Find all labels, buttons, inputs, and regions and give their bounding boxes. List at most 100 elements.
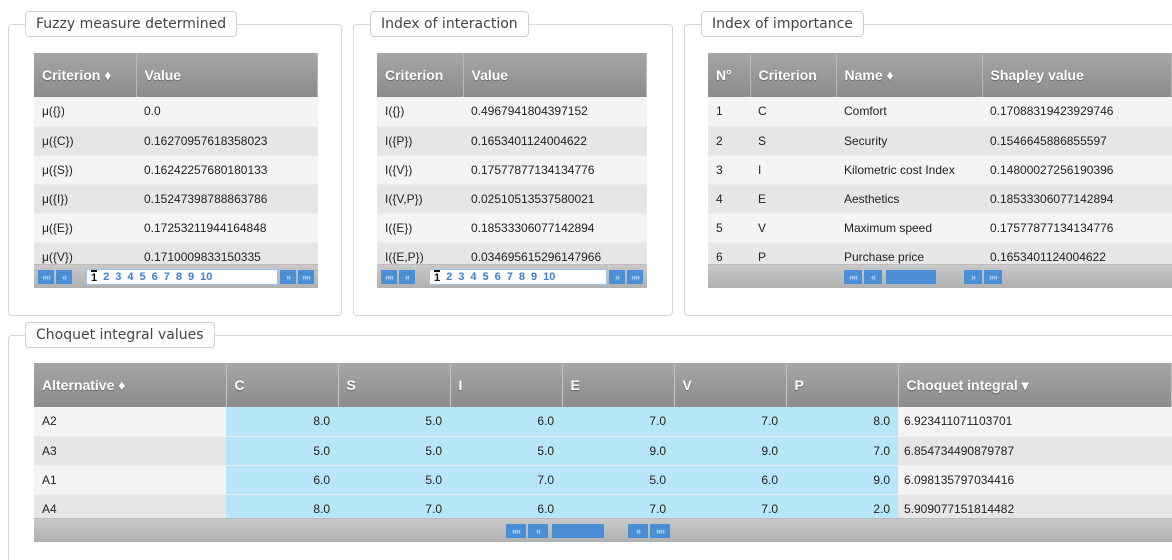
name-cell: Security [836, 126, 982, 156]
table-row[interactable]: A3 5.0 5.0 5.0 9.0 9.0 7.0 6.85473449087… [34, 436, 1172, 466]
value-cell: 0.17577877134134776 [463, 155, 647, 185]
criterion-cell: I [750, 155, 836, 185]
page-link[interactable]: 4 [127, 271, 133, 283]
table-row[interactable]: μ({E}) 0.17253211944164848 [34, 213, 318, 243]
page-link[interactable]: 5 [140, 271, 146, 283]
page-link[interactable]: 8 [519, 271, 525, 283]
table-row[interactable]: I({V}) 0.17577877134134776 [377, 155, 647, 185]
choquet-table: Alternative ♦ C S I E V P Choquet integr… [34, 363, 1172, 524]
shapley-cell: 0.14800027256190396 [982, 155, 1172, 185]
column-header-value: Value [463, 53, 647, 97]
prev-page-button[interactable]: « [528, 524, 548, 538]
name-cell: Kilometric cost Index [836, 155, 982, 185]
first-page-button[interactable]: «« [506, 524, 526, 538]
criterion-cell: I({E}) [377, 213, 463, 243]
table-row[interactable]: μ({C}) 0.16270957618358023 [34, 126, 318, 156]
table-row[interactable]: 2 S Security 0.1546645886855597 [708, 126, 1172, 156]
column-header-choquet[interactable]: Choquet integral ▾ [898, 363, 1172, 407]
last-page-button[interactable]: »» [650, 524, 670, 538]
criterion-cell: I({V,P}) [377, 184, 463, 214]
column-header-i: I [450, 363, 563, 407]
prev-page-button[interactable]: « [56, 270, 72, 284]
table-row[interactable]: 3 I Kilometric cost Index 0.148000272561903… [708, 155, 1172, 185]
table-row[interactable]: 4 E Aesthetics 0.18533306077142894 [708, 184, 1172, 214]
interaction-pager: «« « 1 2 3 4 5 6 7 8 9 10 » »» [377, 264, 647, 288]
page-link[interactable]: 10 [543, 271, 555, 283]
page-link[interactable]: 8 [176, 271, 182, 283]
page-link[interactable]: 1 [91, 270, 98, 284]
interaction-legend: Index of interaction [370, 11, 529, 37]
number-cell: 1 [708, 97, 750, 127]
table-row[interactable]: I({E}) 0.18533306077142894 [377, 213, 647, 243]
page-link[interactable]: 7 [507, 271, 513, 283]
column-header-criterion: Criterion [377, 53, 464, 97]
page-links [552, 524, 604, 538]
page-link[interactable]: 3 [115, 271, 121, 283]
value-cell: 0.15247398788863786 [136, 184, 318, 214]
score-cell: 6.0 [674, 465, 786, 495]
page-link[interactable]: 2 [446, 271, 452, 283]
score-cell: 5.0 [562, 465, 674, 495]
table-row[interactable]: I({}) 0.4967941804397152 [377, 97, 647, 127]
next-page-button[interactable]: » [609, 270, 625, 284]
next-page-button[interactable]: » [280, 270, 296, 284]
column-header-value: Value [136, 53, 318, 97]
criterion-cell: S [750, 126, 836, 156]
prev-page-button[interactable]: « [864, 270, 882, 284]
criterion-cell: μ({I}) [34, 184, 136, 214]
page-link[interactable]: 6 [495, 271, 501, 283]
criterion-cell: μ({S}) [34, 155, 136, 185]
column-header-alternative[interactable]: Alternative ♦ [34, 363, 227, 407]
criterion-cell: E [750, 184, 836, 214]
table-row[interactable]: A2 8.0 5.0 6.0 7.0 7.0 8.0 6.92341107110… [34, 407, 1172, 437]
fuzzy-pager: «« « 1 2 3 4 5 6 7 8 9 10 » »» [34, 264, 318, 288]
page-link[interactable]: 6 [152, 271, 158, 283]
page-link[interactable]: 1 [434, 270, 441, 284]
score-cell: 5.0 [338, 436, 450, 466]
page-link[interactable]: 10 [200, 271, 212, 283]
table-row[interactable]: I({V,P}) 0.02510513537580021 [377, 184, 647, 214]
last-page-button[interactable]: »» [627, 270, 643, 284]
column-header-name[interactable]: Name ♦ [836, 53, 983, 97]
shapley-cell: 0.18533306077142894 [982, 184, 1172, 214]
table-row[interactable]: I({P}) 0.1653401124004622 [377, 126, 647, 156]
page-link[interactable]: 4 [470, 271, 476, 283]
value-cell: 0.1653401124004622 [463, 126, 647, 156]
shapley-cell: 0.17577877134134776 [982, 213, 1172, 243]
score-cell: 7.0 [450, 465, 562, 495]
name-cell: Comfort [836, 97, 982, 127]
value-cell: 0.17253211944164848 [136, 213, 318, 243]
page-link[interactable]: 5 [483, 271, 489, 283]
value-cell: 0.4967941804397152 [463, 97, 647, 127]
first-page-button[interactable]: «« [844, 270, 862, 284]
column-header-p: P [786, 363, 899, 407]
page-link[interactable]: 3 [458, 271, 464, 283]
fuzzy-measure-legend: Fuzzy measure determined [25, 11, 238, 37]
first-page-button[interactable]: «« [38, 270, 54, 284]
table-row[interactable]: μ({S}) 0.16242257680180133 [34, 155, 318, 185]
page-link[interactable]: 9 [188, 271, 194, 283]
criterion-cell: I({V}) [377, 155, 463, 185]
last-page-button[interactable]: »» [984, 270, 1002, 284]
next-page-button[interactable]: » [964, 270, 982, 284]
page-link[interactable]: 2 [103, 271, 109, 283]
page-link[interactable]: 9 [531, 271, 537, 283]
table-row[interactable]: 1 C Comfort 0.17088319423929746 [708, 97, 1172, 127]
table-row[interactable]: μ({}) 0.0 [34, 97, 318, 127]
column-header-e: E [562, 363, 675, 407]
last-page-button[interactable]: »» [298, 270, 314, 284]
column-header-shapley: Shapley value [982, 53, 1172, 97]
column-header-criterion[interactable]: Criterion ♦ [34, 53, 137, 97]
choquet-legend: Choquet integral values [25, 322, 215, 348]
next-page-button[interactable]: » [628, 524, 648, 538]
table-row[interactable]: μ({I}) 0.15247398788863786 [34, 184, 318, 214]
importance-table: N° Criterion Name ♦ Shapley value 1 C Comf… [708, 53, 1172, 272]
first-page-button[interactable]: «« [381, 270, 397, 284]
table-row[interactable]: 5 V Maximum speed 0.17577877134134776 [708, 213, 1172, 243]
name-cell: Maximum speed [836, 213, 982, 243]
page-link[interactable]: 7 [164, 271, 170, 283]
table-row[interactable]: A1 6.0 5.0 7.0 5.0 6.0 9.0 6.09813579703… [34, 465, 1172, 495]
page-links [886, 270, 936, 284]
prev-page-button[interactable]: « [399, 270, 415, 284]
number-cell: 3 [708, 155, 750, 185]
